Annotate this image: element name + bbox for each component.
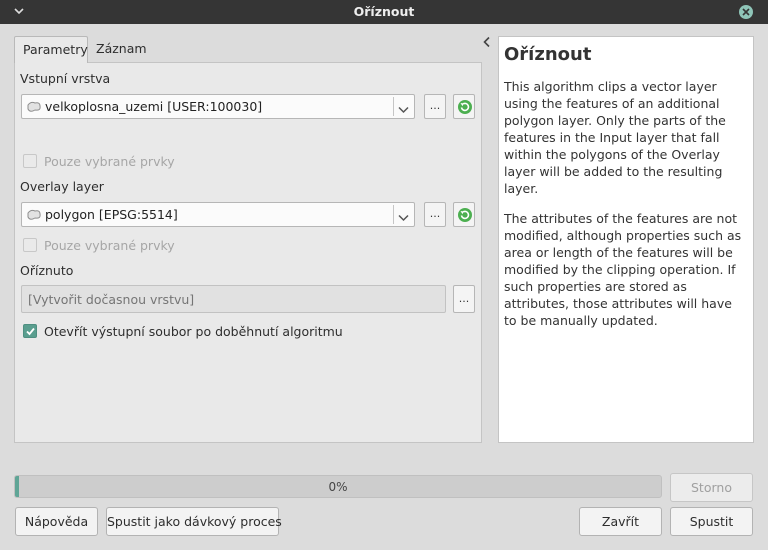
input-layer-iterate-button[interactable] bbox=[453, 94, 475, 119]
close-button[interactable]: Zavřít bbox=[579, 507, 662, 536]
overlay-layer-browse-button[interactable]: ... bbox=[424, 202, 446, 227]
input-selected-only-label: Pouze vybrané prvky bbox=[44, 154, 175, 169]
close-icon[interactable] bbox=[739, 5, 753, 19]
cancel-button[interactable]: Storno bbox=[670, 473, 753, 502]
batch-process-button[interactable]: Spustit jako dávkový proces bbox=[106, 507, 282, 536]
overlay-layer-label: Overlay layer bbox=[20, 179, 104, 194]
output-field[interactable] bbox=[21, 285, 446, 313]
overlay-selected-only-label: Pouze vybrané prvky bbox=[44, 238, 175, 253]
tab-zaznam[interactable]: Záznam bbox=[88, 36, 150, 62]
check-icon bbox=[26, 327, 35, 336]
iterate-icon bbox=[458, 100, 472, 114]
overlay-layer-iterate-button[interactable] bbox=[453, 202, 475, 227]
iterate-icon bbox=[458, 208, 472, 222]
combo-separator bbox=[393, 205, 394, 224]
help-button[interactable]: Nápověda bbox=[15, 507, 98, 536]
input-layer-browse-button[interactable]: ... bbox=[424, 94, 446, 119]
input-layer-label: Vstupní vrstva bbox=[20, 71, 111, 86]
chevron-down-icon[interactable] bbox=[398, 102, 409, 117]
open-output-checkbox[interactable] bbox=[23, 324, 37, 338]
progress-bar: 0% bbox=[14, 475, 662, 498]
title-bar: Oříznout bbox=[0, 0, 768, 24]
help-pane: Oříznout This algorithm clips a vector l… bbox=[498, 36, 754, 443]
overlay-layer-value: polygon [EPSG:5514] bbox=[45, 207, 178, 222]
output-label: Oříznuto bbox=[20, 263, 74, 278]
output-input[interactable] bbox=[22, 286, 445, 312]
help-title: Oříznout bbox=[504, 44, 592, 65]
overlay-layer-combo[interactable]: polygon [EPSG:5514] bbox=[21, 202, 415, 227]
parameters-panel: Vstupní vrstva velkoplosna_uzemi [USER:1… bbox=[14, 62, 482, 443]
progress-text: 0% bbox=[328, 480, 348, 494]
polygon-layer-icon bbox=[26, 209, 42, 224]
tab-parametry[interactable]: Parametry bbox=[14, 36, 88, 63]
help-paragraph-1: This algorithm clips a vector layer usin… bbox=[504, 79, 726, 196]
window-title: Oříznout bbox=[353, 4, 415, 19]
input-selected-only-checkbox[interactable] bbox=[23, 154, 37, 168]
help-paragraph-2: The attributes of the features are not m… bbox=[504, 211, 742, 328]
input-layer-combo[interactable]: velkoplosna_uzemi [USER:100030] bbox=[21, 94, 415, 119]
combo-separator bbox=[393, 97, 394, 116]
polygon-layer-icon bbox=[26, 101, 42, 116]
chevron-down-icon[interactable] bbox=[398, 210, 409, 225]
dialog-body: Parametry Záznam Vstupní vrstva velkoplo… bbox=[0, 24, 768, 550]
overlay-selected-only-checkbox[interactable] bbox=[23, 238, 37, 252]
input-layer-value: velkoplosna_uzemi [USER:100030] bbox=[45, 99, 263, 114]
run-button[interactable]: Spustit bbox=[670, 507, 753, 536]
output-browse-button[interactable]: ... bbox=[453, 285, 475, 313]
open-output-label: Otevřít výstupní soubor po doběhnutí alg… bbox=[44, 324, 343, 339]
collapse-help-chevron-left-icon[interactable] bbox=[482, 36, 492, 48]
